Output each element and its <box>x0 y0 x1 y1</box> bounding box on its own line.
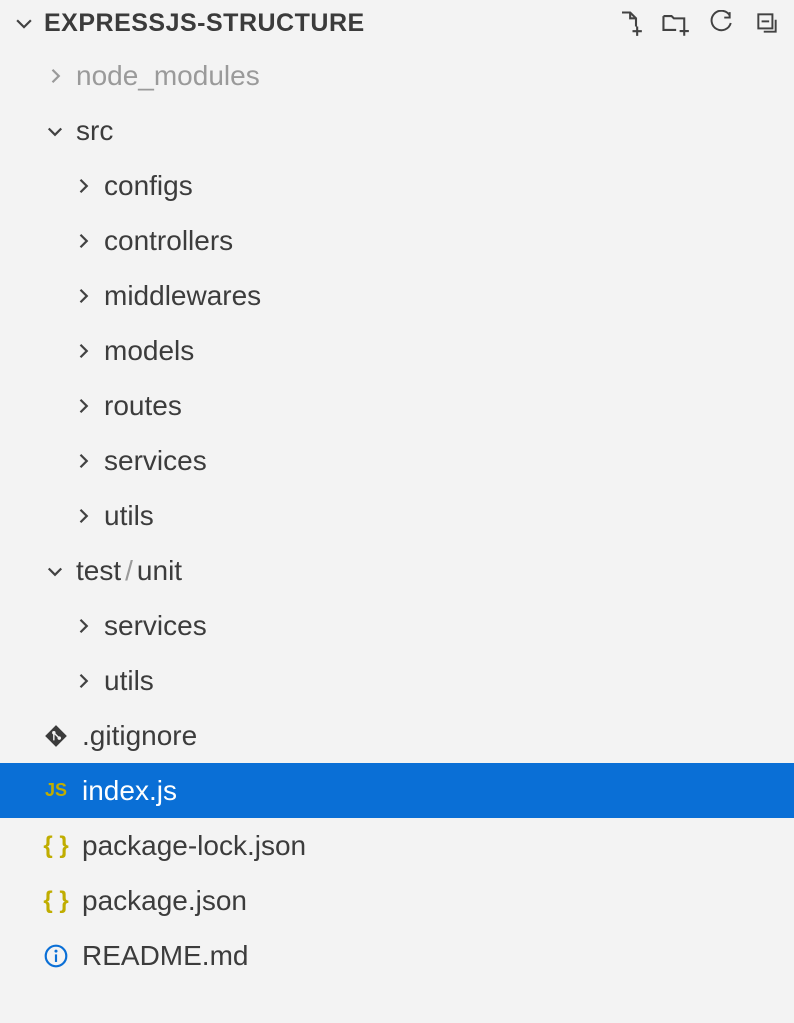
new-file-button[interactable] <box>614 8 644 38</box>
folder-routes[interactable]: routes <box>0 378 794 433</box>
info-icon <box>40 940 72 972</box>
explorer-actions <box>614 8 782 38</box>
folder-label-unit: unit <box>137 555 182 586</box>
git-icon <box>40 720 72 752</box>
file-label: package.json <box>82 885 247 917</box>
chevron-right-icon <box>40 61 70 91</box>
chevron-right-icon <box>68 446 98 476</box>
folder-label: services <box>104 445 207 477</box>
chevron-right-icon <box>68 336 98 366</box>
file-gitignore[interactable]: .gitignore <box>0 708 794 763</box>
folder-test-unit[interactable]: test/unit <box>0 543 794 598</box>
folder-configs[interactable]: configs <box>0 158 794 213</box>
folder-label: configs <box>104 170 193 202</box>
folder-label: src <box>76 115 113 147</box>
file-label: .gitignore <box>82 720 197 752</box>
chevron-right-icon <box>68 391 98 421</box>
folder-label: test/unit <box>76 555 182 587</box>
file-tree: node_modules src configs controllers <box>0 46 794 983</box>
file-explorer: EXPRESSJS-STRUCTURE <box>0 0 794 1023</box>
path-separator: / <box>125 555 133 586</box>
explorer-header: EXPRESSJS-STRUCTURE <box>0 0 794 46</box>
js-icon: JS <box>40 775 72 807</box>
folder-label: models <box>104 335 194 367</box>
chevron-right-icon <box>68 666 98 696</box>
folder-label: services <box>104 610 207 642</box>
js-badge-text: JS <box>45 780 67 801</box>
folder-services[interactable]: services <box>0 433 794 488</box>
folder-label: controllers <box>104 225 233 257</box>
folder-label: middlewares <box>104 280 261 312</box>
file-label: README.md <box>82 940 248 972</box>
folder-node-modules[interactable]: node_modules <box>0 48 794 103</box>
explorer-header-left[interactable]: EXPRESSJS-STRUCTURE <box>12 9 614 38</box>
json-icon: { } <box>40 830 72 862</box>
folder-controllers[interactable]: controllers <box>0 213 794 268</box>
chevron-down-icon <box>40 556 70 586</box>
refresh-button[interactable] <box>706 8 736 38</box>
folder-label: utils <box>104 500 154 532</box>
folder-test-services[interactable]: services <box>0 598 794 653</box>
folder-label: routes <box>104 390 182 422</box>
file-index-js[interactable]: JS index.js <box>0 763 794 818</box>
chevron-right-icon <box>68 501 98 531</box>
json-brackets-text: { } <box>43 887 68 915</box>
folder-test-utils[interactable]: utils <box>0 653 794 708</box>
file-readme[interactable]: README.md <box>0 928 794 983</box>
folder-label-test: test <box>76 555 121 586</box>
folder-label: utils <box>104 665 154 697</box>
chevron-down-icon <box>12 11 36 35</box>
new-folder-button[interactable] <box>660 8 690 38</box>
file-package-json[interactable]: { } package.json <box>0 873 794 928</box>
folder-src[interactable]: src <box>0 103 794 158</box>
collapse-all-button[interactable] <box>752 8 782 38</box>
folder-middlewares[interactable]: middlewares <box>0 268 794 323</box>
file-label: index.js <box>82 775 177 807</box>
json-icon: { } <box>40 885 72 917</box>
file-label: package-lock.json <box>82 830 306 862</box>
chevron-right-icon <box>68 611 98 641</box>
chevron-right-icon <box>68 226 98 256</box>
folder-utils[interactable]: utils <box>0 488 794 543</box>
chevron-right-icon <box>68 171 98 201</box>
chevron-down-icon <box>40 116 70 146</box>
project-name: EXPRESSJS-STRUCTURE <box>44 9 365 38</box>
json-brackets-text: { } <box>43 832 68 860</box>
chevron-right-icon <box>68 281 98 311</box>
file-package-lock[interactable]: { } package-lock.json <box>0 818 794 873</box>
folder-models[interactable]: models <box>0 323 794 378</box>
folder-label: node_modules <box>76 60 260 92</box>
